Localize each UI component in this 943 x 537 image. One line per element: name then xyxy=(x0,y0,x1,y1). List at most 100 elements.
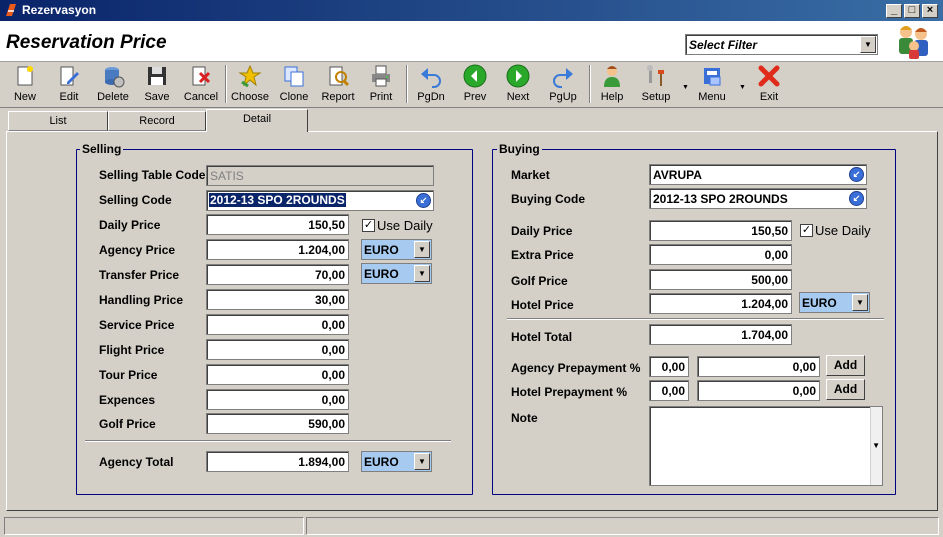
expences-label: Expences xyxy=(99,393,156,407)
service-price-label: Service Price xyxy=(99,318,175,332)
hotel-total-field[interactable]: 1.704,00 xyxy=(649,324,792,345)
total-currency-select[interactable]: EURO ▼ xyxy=(361,451,432,472)
agency-price-field[interactable]: 1.204,00 xyxy=(206,239,349,260)
help-button[interactable]: Help xyxy=(596,64,628,106)
note-label: Note xyxy=(511,411,538,425)
buying-golf-price-label: Golf Price xyxy=(511,274,568,288)
tour-price-field[interactable]: 0,00 xyxy=(206,364,349,385)
hotel-prepayment-add-button[interactable]: Add xyxy=(826,379,865,400)
flight-price-field[interactable]: 0,00 xyxy=(206,339,349,360)
setup-button[interactable]: Setup xyxy=(638,64,674,106)
clone-label: Clone xyxy=(279,91,309,103)
print-button[interactable]: Print xyxy=(364,64,398,106)
buying-golf-price-field[interactable]: 500,00 xyxy=(649,269,792,290)
handling-price-field[interactable]: 30,00 xyxy=(206,289,349,310)
lookup-icon[interactable]: ↙ xyxy=(416,193,431,208)
edit-button[interactable]: Edit xyxy=(52,64,86,106)
exit-x-icon xyxy=(758,65,780,87)
help-label: Help xyxy=(600,91,624,103)
tab-detail[interactable]: Detail xyxy=(206,109,308,132)
agency-prepayment-add-button[interactable]: Add xyxy=(826,355,865,376)
agency-currency-value: EURO xyxy=(364,243,399,257)
next-button[interactable]: Next xyxy=(501,64,535,106)
report-button[interactable]: Report xyxy=(318,64,358,106)
hotel-prepayment-amount-field[interactable]: 0,00 xyxy=(697,380,820,401)
selling-golf-price-field[interactable]: 590,00 xyxy=(206,413,349,434)
cancel-label: Cancel xyxy=(183,91,219,103)
lookup-icon[interactable]: ↙ xyxy=(849,191,864,206)
selling-table-code-field[interactable]: SATIS xyxy=(206,165,434,186)
service-price-field[interactable]: 0,00 xyxy=(206,314,349,335)
agency-currency-select[interactable]: EURO ▼ xyxy=(361,239,432,260)
hotel-prepayment-pct-field[interactable]: 0,00 xyxy=(649,380,689,401)
pgup-button[interactable]: PgUp xyxy=(545,64,581,106)
lookup-icon[interactable]: ↙ xyxy=(849,167,864,182)
hotel-price-label: Hotel Price xyxy=(511,298,574,312)
hotel-currency-select[interactable]: EURO ▼ xyxy=(799,292,870,313)
report-label: Report xyxy=(321,91,355,103)
selling-group-title: Selling xyxy=(80,142,124,156)
maximize-button[interactable]: □ xyxy=(904,4,920,18)
minimize-button[interactable]: _ xyxy=(886,4,902,18)
chevron-down-icon[interactable]: ▼ xyxy=(414,241,430,258)
arrow-left-icon xyxy=(463,64,487,88)
exit-label: Exit xyxy=(759,91,779,103)
chevron-down-icon[interactable]: ▼ xyxy=(860,36,876,53)
tab-record[interactable]: Record xyxy=(108,111,206,131)
save-label: Save xyxy=(144,91,170,103)
menu-button[interactable]: Menu xyxy=(694,64,730,106)
note-textarea[interactable]: ▼ xyxy=(649,406,883,486)
agency-prepayment-amount-field[interactable]: 0,00 xyxy=(697,356,820,377)
cancel-icon xyxy=(192,66,211,86)
close-button[interactable]: × xyxy=(922,4,938,18)
selling-daily-price-field[interactable]: 150,50 xyxy=(206,214,349,235)
buying-daily-price-field[interactable]: 150,50 xyxy=(649,220,792,241)
selling-code-label: Selling Code xyxy=(99,193,172,207)
pgup-label: PgUp xyxy=(549,91,577,103)
selling-use-daily-checkbox[interactable]: ✓ xyxy=(362,219,375,232)
printer-icon xyxy=(372,65,390,87)
market-label: Market xyxy=(511,168,550,182)
setup-dropdown-icon[interactable]: ▼ xyxy=(682,84,689,91)
cancel-button[interactable]: Cancel xyxy=(182,64,220,106)
chevron-down-icon[interactable]: ▼ xyxy=(414,453,430,470)
window-title: Rezervasyon xyxy=(22,3,97,17)
transfer-currency-value: EURO xyxy=(364,267,399,281)
filter-value: Select Filter xyxy=(689,38,758,52)
transfer-price-field[interactable]: 70,00 xyxy=(206,264,349,285)
buying-use-daily-checkbox[interactable]: ✓ xyxy=(800,224,813,237)
tab-list[interactable]: List xyxy=(8,111,108,131)
floppy-disk-icon xyxy=(148,67,166,85)
new-button[interactable]: New xyxy=(8,64,42,106)
exit-button[interactable]: Exit xyxy=(752,64,786,106)
selling-use-daily-label: Use Daily xyxy=(377,218,433,233)
toolbar-separator xyxy=(225,65,227,103)
choose-button[interactable]: Choose xyxy=(230,64,270,106)
agency-prepayment-pct-field[interactable]: 0,00 xyxy=(649,356,689,377)
handling-price-label: Handling Price xyxy=(99,293,184,307)
expences-field[interactable]: 0,00 xyxy=(206,389,349,410)
agency-total-field[interactable]: 1.894,00 xyxy=(206,451,349,472)
transfer-currency-select[interactable]: EURO ▼ xyxy=(361,263,432,284)
save-button[interactable]: Save xyxy=(140,64,174,106)
selling-code-field[interactable]: 2012-13 SPO 2ROUNDS ↙ xyxy=(206,190,434,211)
chevron-down-icon[interactable]: ▼ xyxy=(852,294,868,311)
filter-select[interactable]: Select Filter ▼ xyxy=(685,34,878,55)
buying-code-field[interactable]: 2012-13 SPO 2ROUNDS ↙ xyxy=(649,188,867,209)
clone-button[interactable]: Clone xyxy=(277,64,311,106)
pgdn-button[interactable]: PgDn xyxy=(414,64,448,106)
menu-dropdown-icon[interactable]: ▼ xyxy=(739,84,746,91)
hotel-price-field[interactable]: 1.204,00 xyxy=(649,293,792,314)
delete-icon xyxy=(105,67,125,88)
chevron-down-icon[interactable]: ▼ xyxy=(872,441,880,450)
agency-total-label: Agency Total xyxy=(99,455,174,469)
extra-price-field[interactable]: 0,00 xyxy=(649,244,792,265)
market-field[interactable]: AVRUPA ↙ xyxy=(649,164,867,185)
hotel-currency-value: EURO xyxy=(802,296,837,310)
prev-button[interactable]: Prev xyxy=(458,64,492,106)
title-bar: Rezervasyon _ □ × xyxy=(0,0,943,21)
toolbar-separator xyxy=(589,65,591,103)
delete-button[interactable]: Delete xyxy=(95,64,131,106)
hotel-total-label: Hotel Total xyxy=(511,330,573,344)
chevron-down-icon[interactable]: ▼ xyxy=(414,265,430,282)
